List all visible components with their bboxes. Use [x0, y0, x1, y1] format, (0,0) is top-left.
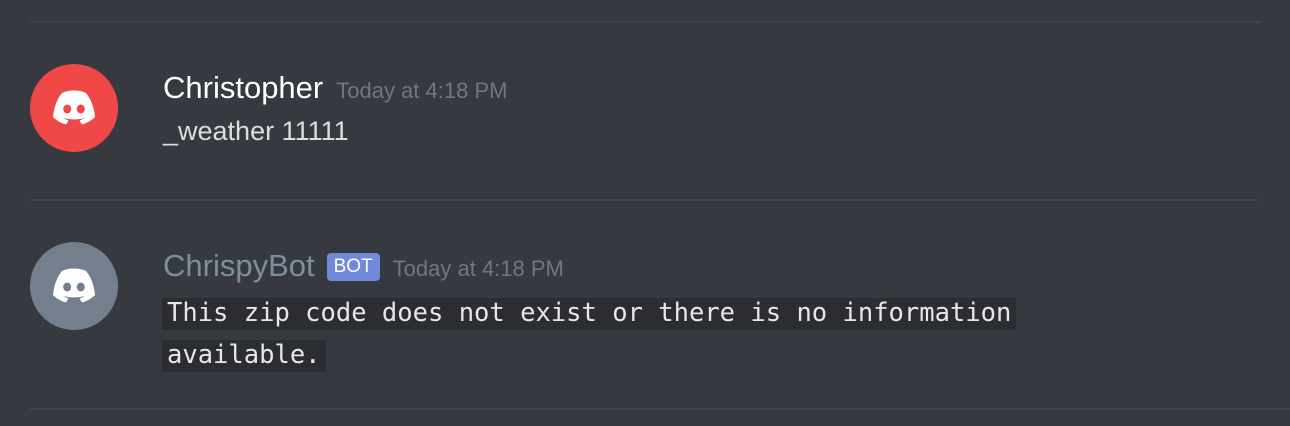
timestamp: Today at 4:18 PM: [392, 256, 564, 281]
message-divider: [30, 199, 1260, 201]
username[interactable]: ChrispyBot: [163, 246, 315, 286]
discord-logo-icon: [53, 268, 95, 303]
bot-badge: BOT: [326, 253, 380, 281]
message-divider: [30, 408, 1290, 410]
avatar[interactable]: [30, 64, 118, 152]
message-header: ChrispyBot BOT Today at 4:18 PM: [163, 246, 564, 286]
timestamp: Today at 4:18 PM: [336, 78, 508, 103]
discord-logo-icon: [53, 90, 95, 125]
message-text: _weather 11111: [163, 116, 349, 146]
code-text: This zip code does not exist or there is…: [162, 298, 1017, 372]
avatar[interactable]: [30, 242, 118, 330]
message-header: Christopher Today at 4:18 PM: [163, 68, 507, 108]
chat-message-list: Christopher Today at 4:18 PM _weather 11…: [0, 0, 1290, 426]
username[interactable]: Christopher: [163, 68, 323, 108]
message-divider: [30, 21, 1260, 23]
code-block: This zip code does not exist or there is…: [162, 292, 1112, 376]
